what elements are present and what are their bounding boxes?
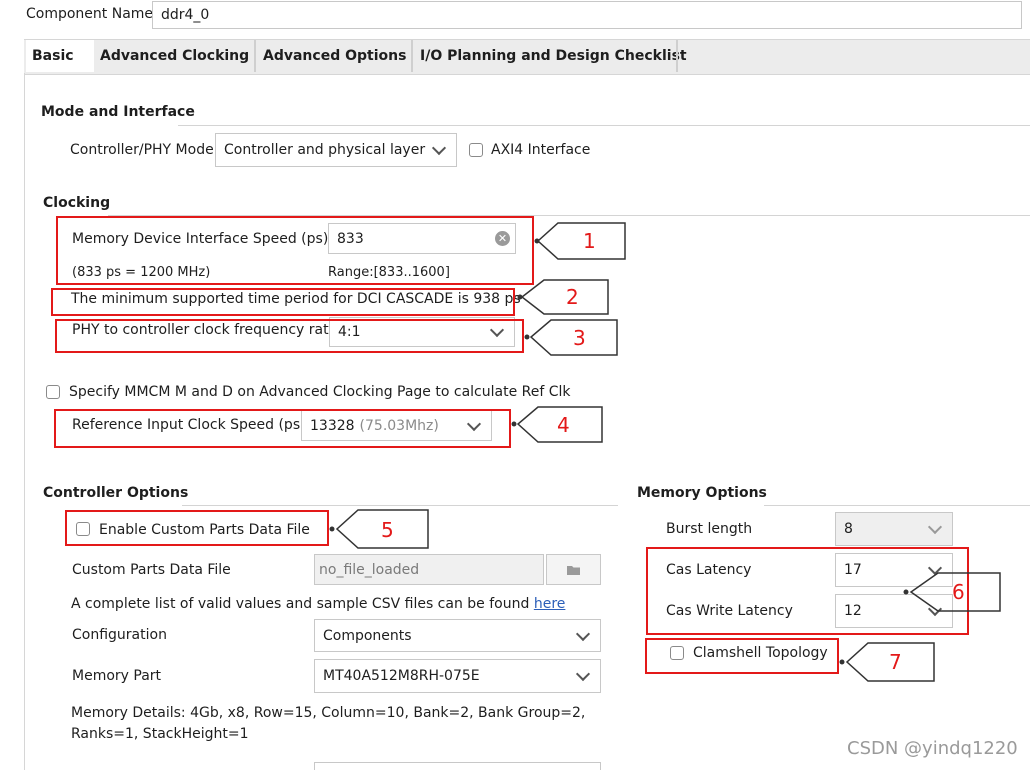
memory-part-select[interactable]: MT40A512M8RH-075E [314,659,601,693]
section-divider [182,505,618,506]
annotation-box-1 [56,216,534,285]
callout-number: 5 [381,518,394,542]
chevron-down-icon [431,140,447,156]
section-title-mode: Mode and Interface [41,104,195,120]
controller-phy-mode-value: Controller and physical layer [224,142,426,158]
mmcm-label: Specify MMCM M and D on Advanced Clockin… [69,384,571,400]
callout-number: 2 [566,285,579,309]
callout-6: 6 [902,572,1002,612]
tab-advanced-options[interactable]: Advanced Options [257,40,412,72]
browse-button[interactable] [546,554,601,585]
csv-note-text: A complete list of valid values and samp… [71,596,530,612]
csv-note: A complete list of valid values and samp… [71,596,565,612]
axi4-checkbox[interactable] [469,143,483,157]
tab-io-planning[interactable]: I/O Planning and Design Checklist [414,40,693,72]
chevron-down-icon [575,666,591,682]
callout-arrow-icon [329,509,429,549]
burst-length-label: Burst length [666,521,753,537]
clipped-field [314,762,601,770]
annotation-box-7 [645,638,839,674]
mmcm-checkbox[interactable] [46,385,60,399]
annotation-box-2 [51,288,515,316]
callout-3: 3 [523,319,619,356]
memory-part-value: MT40A512M8RH-075E [323,668,480,684]
configuration-select[interactable]: Components [314,619,601,652]
configuration-value: Components [323,627,412,644]
section-divider [764,505,1030,506]
memory-details-line2: Ranks=1, StackHeight=1 [71,726,249,742]
callout-arrow-icon [524,319,618,356]
callout-number: 6 [952,580,965,604]
axi4-label: AXI4 Interface [491,142,591,158]
callout-5: 5 [328,509,430,549]
annotation-box-5 [65,510,329,546]
controller-phy-mode-label: Controller/PHY Mode [70,142,214,158]
chevron-down-icon [575,626,591,641]
callout-arrow-icon [839,642,935,682]
memory-details-line1: Memory Details: 4Gb, x8, Row=15, Column=… [71,705,586,721]
configuration-label: Configuration [72,627,167,643]
callout-number: 1 [583,229,596,253]
tab-separator [411,40,413,72]
watermark: CSDN @yindq1220 [847,738,1018,759]
callout-4: 4 [510,406,604,443]
custom-parts-file-input[interactable]: no_file_loaded [314,554,544,585]
chevron-down-icon [927,519,943,535]
callout-1: 1 [533,222,627,260]
annotation-box-3 [55,319,524,353]
tab-basic[interactable]: Basic [26,40,94,72]
custom-parts-file-label: Custom Parts Data File [72,562,231,578]
tab-separator [676,40,678,72]
burst-length-value: 8 [844,521,853,537]
callout-7: 7 [838,642,936,682]
tab-advanced-clocking[interactable]: Advanced Clocking [94,40,255,72]
callout-2: 2 [516,279,610,315]
panel-border [24,73,25,770]
component-name-label: Component Name [26,6,154,22]
callout-number: 4 [557,413,570,437]
section-title-memory: Memory Options [637,485,767,501]
csv-here-link[interactable]: here [534,596,566,612]
callout-number: 3 [573,326,586,350]
annotation-box-4 [54,409,511,448]
section-divider [178,125,1030,126]
section-title-clocking: Clocking [43,195,111,211]
callout-arrow-icon [534,222,626,260]
component-name-input[interactable]: ddr4_0 [152,1,1022,29]
burst-length-select[interactable]: 8 [835,512,953,546]
controller-phy-mode-select[interactable]: Controller and physical layer [215,133,457,167]
callout-number: 7 [889,650,902,674]
section-title-controller: Controller Options [43,485,189,501]
tab-separator [254,40,256,72]
folder-icon [567,566,580,575]
memory-part-label: Memory Part [72,668,162,684]
callout-arrow-icon [517,279,609,315]
